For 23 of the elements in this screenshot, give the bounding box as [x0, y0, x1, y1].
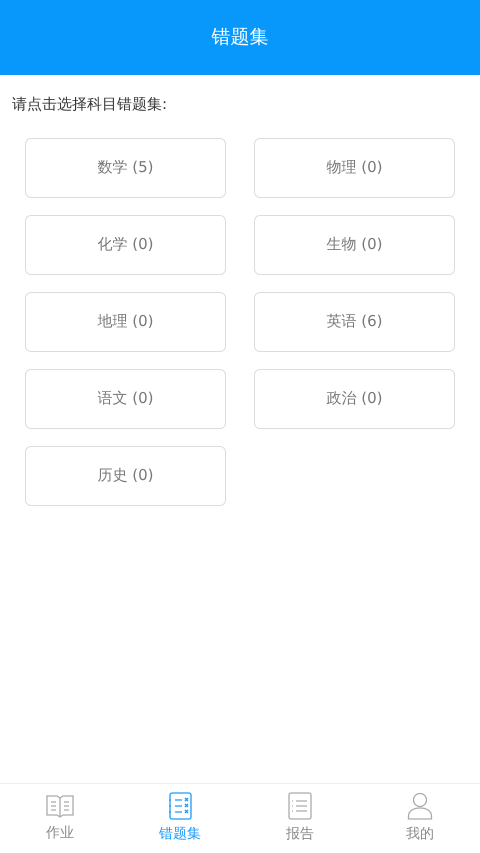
subject-button[interactable]: 地理 (0)	[25, 292, 226, 352]
tab[interactable]: 错题集	[120, 784, 240, 853]
tab[interactable]: 作业	[0, 784, 120, 853]
subject-button[interactable]: 生物 (0)	[254, 214, 455, 274]
tab-label: 作业	[46, 824, 74, 843]
tab[interactable]: 我的	[360, 784, 480, 853]
prompt-text: 请点击选择科目错题集:	[12, 94, 168, 115]
list-icon	[288, 792, 312, 820]
tab-label: 报告	[286, 825, 314, 844]
checklist-icon	[167, 792, 193, 820]
header-title: 错题集	[212, 25, 268, 50]
tab-label: 我的	[406, 825, 434, 844]
subject-button[interactable]: 物理 (0)	[254, 138, 455, 198]
subject-button[interactable]: 化学 (0)	[25, 214, 226, 274]
subject-button[interactable]: 数学 (5)	[25, 138, 226, 198]
tab-label: 错题集	[159, 825, 201, 844]
subject-button[interactable]: 英语 (6)	[254, 292, 455, 352]
book-icon	[45, 793, 75, 819]
person-icon	[407, 792, 433, 820]
subject-button[interactable]: 历史 (0)	[25, 446, 226, 506]
subject-button[interactable]: 语文 (0)	[25, 368, 226, 428]
tab[interactable]: 报告	[240, 784, 360, 853]
subject-button[interactable]: 政治 (0)	[254, 368, 455, 428]
